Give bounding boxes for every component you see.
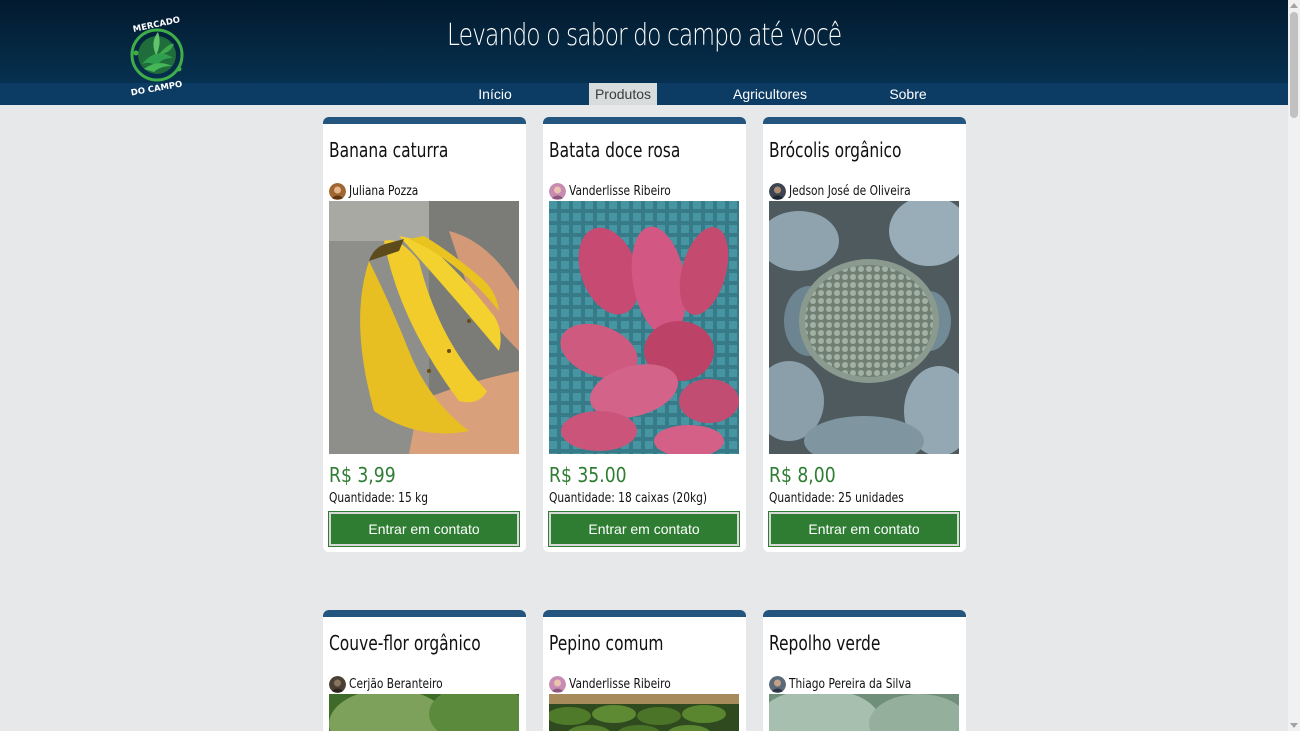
product-title[interactable]: Banana caturra <box>329 138 448 162</box>
product-price: R$ 35.00 <box>549 463 627 487</box>
product-card: Pepino comum Vanderlisse Ribeiro <box>543 610 746 731</box>
farmer-name: Thiago Pereira da Silva <box>789 676 912 692</box>
avatar <box>549 675 566 693</box>
product-title[interactable]: Pepino comum <box>549 631 663 655</box>
contact-button[interactable]: Entrar em contato <box>768 511 960 547</box>
farmer-name: Vanderlisse Ribeiro <box>569 676 671 692</box>
farmer-name: Vanderlisse Ribeiro <box>569 183 671 199</box>
product-photo <box>329 201 519 454</box>
product-quantity: Quantidade: 18 caixas (20kg) <box>549 491 708 506</box>
avatar <box>769 675 786 693</box>
product-price: R$ 8,00 <box>769 463 836 487</box>
scroll-down-icon[interactable] <box>1290 723 1298 728</box>
farmer-info[interactable]: Vanderlisse Ribeiro <box>549 675 693 693</box>
farmer-info[interactable]: Juliana Pozza <box>329 182 434 200</box>
farmer-name: Juliana Pozza <box>349 183 419 199</box>
nav-item-inicio[interactable]: Início <box>468 83 522 105</box>
contact-button[interactable]: Entrar em contato <box>548 511 740 547</box>
farmer-info[interactable]: Vanderlisse Ribeiro <box>549 182 693 200</box>
avatar <box>769 182 786 200</box>
product-price: R$ 3,99 <box>329 463 396 487</box>
farmer-name: Cerjão Beranteiro <box>349 676 443 692</box>
product-title[interactable]: Couve-flor orgânico <box>329 631 481 655</box>
avatar <box>329 675 346 693</box>
farmer-info[interactable]: Jedson José de Oliveira <box>769 182 937 200</box>
product-photo <box>769 694 959 731</box>
product-card: Batata doce rosa Vanderlisse Ribeiro R$ … <box>543 117 746 552</box>
product-title[interactable]: Brócolis orgânico <box>769 138 902 162</box>
product-photo <box>549 694 739 731</box>
product-title[interactable]: Batata doce rosa <box>549 138 680 162</box>
scroll-up-icon[interactable] <box>1290 3 1298 8</box>
scroll-thumb[interactable] <box>1290 12 1298 118</box>
product-photo <box>549 201 739 454</box>
page-scrollbar[interactable] <box>1288 0 1300 731</box>
farmer-name: Jedson José de Oliveira <box>789 183 911 199</box>
main-nav: Início Produtos Agricultores Sobre <box>0 83 1288 105</box>
product-card: Brócolis orgânico Jedson José de Oliveir… <box>763 117 966 552</box>
nav-item-produtos[interactable]: Produtos <box>589 83 657 105</box>
product-card: Repolho verde Thiago Pereira da Silva <box>763 610 966 731</box>
product-card: Banana caturra Juliana Pozza R$ 3,99 Qua… <box>323 117 526 552</box>
avatar <box>549 182 566 200</box>
nav-item-agricultores[interactable]: Agricultores <box>728 83 812 105</box>
product-quantity: Quantidade: 25 unidades <box>769 491 904 506</box>
avatar <box>329 182 346 200</box>
farmer-info[interactable]: Thiago Pereira da Silva <box>769 675 938 693</box>
contact-button[interactable]: Entrar em contato <box>328 511 520 547</box>
product-photo <box>329 694 519 731</box>
farmer-info[interactable]: Cerjão Beranteiro <box>329 675 463 693</box>
product-photo <box>769 201 959 454</box>
product-quantity: Quantidade: 15 kg <box>329 491 429 506</box>
product-card: Couve-flor orgânico Cerjão Beranteiro <box>323 610 526 731</box>
product-title[interactable]: Repolho verde <box>769 631 880 655</box>
page-slogan: Levando o sabor do campo até você <box>446 18 842 53</box>
nav-item-sobre[interactable]: Sobre <box>884 83 932 105</box>
